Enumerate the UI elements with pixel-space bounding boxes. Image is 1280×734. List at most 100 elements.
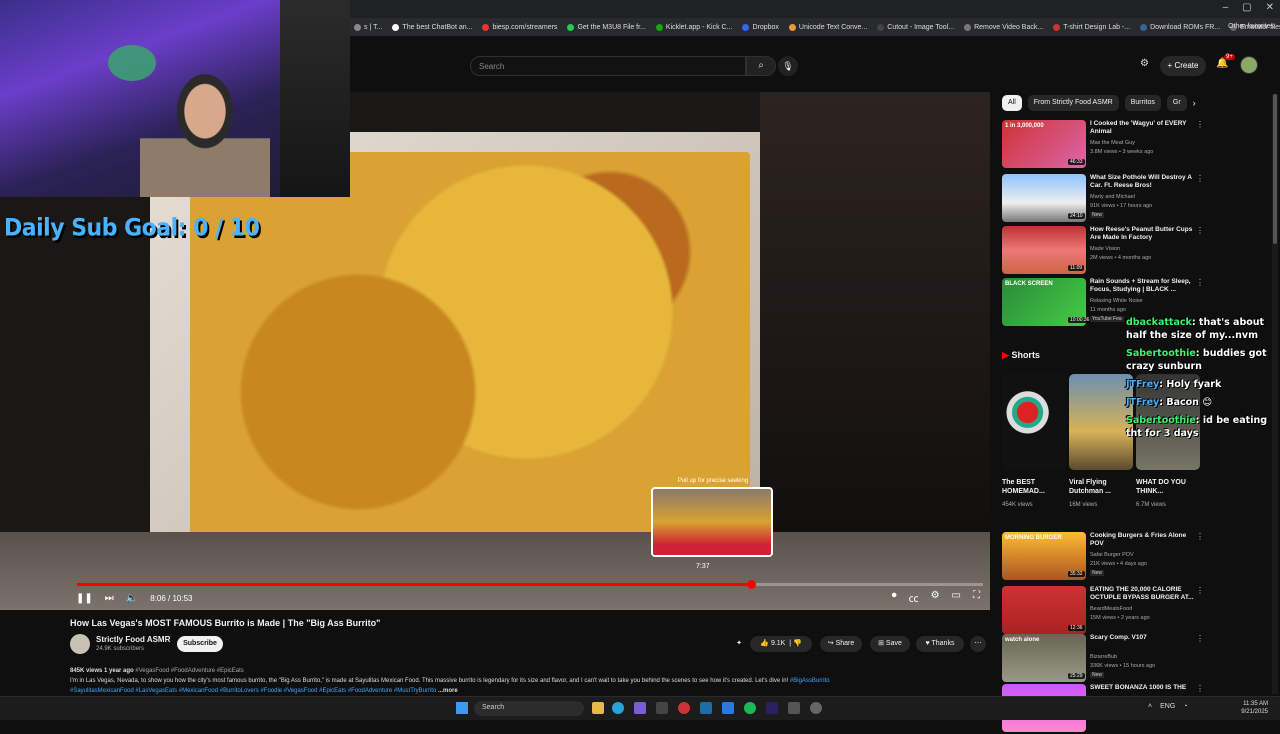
recommendation-channel[interactable]: Relaxing White Noise: [1090, 298, 1143, 304]
more-options-icon[interactable]: ⋮: [1196, 120, 1204, 129]
fullscreen-icon[interactable]: ⛶: [973, 590, 980, 605]
create-button[interactable]: + Create: [1160, 56, 1206, 76]
channel-avatar[interactable]: [70, 634, 90, 654]
progress-scrubber[interactable]: [747, 580, 757, 589]
chip-all[interactable]: All: [1002, 95, 1022, 111]
short-title-3[interactable]: WHAT DO YOU THINK...: [1136, 478, 1198, 496]
recommendation-channel[interactable]: Safai Burger POV: [1090, 552, 1134, 558]
account-avatar[interactable]: [1240, 56, 1258, 74]
bookmark-item[interactable]: Cutout - Image Tool...: [877, 23, 954, 31]
autoplay-toggle[interactable]: ⏺: [892, 590, 897, 605]
more-options-icon[interactable]: ⋮: [1196, 634, 1204, 643]
recommendation-title[interactable]: EATING THE 20,000 CALORIE OCTUPLE BYPASS…: [1090, 586, 1198, 602]
theater-mode-icon[interactable]: ▭: [952, 590, 961, 605]
language-indicator[interactable]: ENG: [1160, 703, 1175, 710]
cast-icon[interactable]: ⚙: [1140, 58, 1149, 69]
more-link[interactable]: ...more: [438, 688, 458, 694]
description-tag[interactable]: #BigAssBurrito: [790, 678, 830, 684]
close-icon[interactable]: ✕: [1266, 2, 1274, 13]
chip-burritos[interactable]: Burritos: [1124, 95, 1161, 111]
bookmark-item[interactable]: Download ROMs FR...: [1140, 23, 1220, 31]
scrollbar-thumb[interactable]: [1273, 94, 1277, 244]
more-options-icon[interactable]: ⋮: [1196, 586, 1204, 595]
app-icon-3[interactable]: [678, 702, 690, 714]
bookmark-item[interactable]: Kicklet.app - Kick C...: [655, 23, 732, 31]
channel-name[interactable]: Strictly Food ASMR: [96, 635, 170, 644]
description-tags[interactable]: #SayulitasMexicanFood #LasVegasEats #Mex…: [70, 688, 436, 694]
more-options-icon[interactable]: ⋮: [1196, 684, 1204, 693]
bookmark-item[interactable]: biesp.com/streamers: [482, 23, 557, 31]
more-actions-icon[interactable]: ⋯: [970, 636, 986, 652]
recommendation-title[interactable]: I Cooked the 'Wagyu' of EVERY Animal: [1090, 120, 1198, 136]
recommendation-title[interactable]: Rain Sounds + Stream for Sleep, Focus, S…: [1090, 278, 1198, 294]
file-explorer-icon[interactable]: [592, 702, 604, 714]
more-options-icon[interactable]: ⋮: [1196, 532, 1204, 541]
volume-icon[interactable]: 🔈: [126, 593, 138, 604]
short-title-1[interactable]: The BEST HOMEMAD...: [1002, 478, 1064, 496]
chevron-up-icon[interactable]: ˄: [1148, 703, 1152, 710]
app-icon-2[interactable]: [656, 702, 668, 714]
more-options-icon[interactable]: ⋮: [1196, 278, 1204, 287]
bookmark-item[interactable]: The best ChatBot an...: [392, 23, 472, 31]
bookmark-other-favorites[interactable]: Other favorites: [1228, 23, 1274, 30]
chevron-right-icon[interactable]: ›: [1193, 98, 1196, 108]
recommendation-item[interactable]: 11:09 How Reese's Peanut Butter Cups Are…: [1002, 226, 1272, 276]
subscribe-button[interactable]: Subscribe: [177, 636, 223, 652]
clock[interactable]: 11:35 AM 9/21/2025: [1241, 700, 1268, 716]
steam-icon[interactable]: [700, 702, 712, 714]
recommendation-title[interactable]: How Reese's Peanut Butter Cups Are Made …: [1090, 226, 1198, 242]
recommendation-title[interactable]: What Size Pothole Will Destroy A Car. Ft…: [1090, 174, 1198, 190]
minimize-icon[interactable]: –: [1223, 2, 1229, 13]
bookmark-item[interactable]: s | T...: [354, 23, 382, 31]
video-description[interactable]: 845K views 1 year ago #VegasFood #FoodAd…: [70, 666, 970, 696]
thanks-button[interactable]: ♥ Thanks: [916, 636, 964, 652]
chip-channel[interactable]: From Strictly Food ASMR: [1027, 95, 1119, 111]
obs-icon[interactable]: [810, 702, 822, 714]
bookmark-item[interactable]: Remove Video Back...: [964, 23, 1043, 31]
chip-gr[interactable]: Gr: [1166, 95, 1187, 111]
search-input[interactable]: Search: [470, 56, 746, 76]
sparkle-icon[interactable]: ✦: [732, 636, 746, 652]
taskbar-search[interactable]: Search: [474, 701, 584, 716]
recommendation-item[interactable]: watch alone 25:29 Scary Comp. V107 Bizar…: [1002, 634, 1272, 684]
more-options-icon[interactable]: ⋮: [1196, 174, 1204, 183]
dropbox-icon[interactable]: [722, 702, 734, 714]
microphone-icon[interactable]: 🎙: [778, 56, 798, 76]
captions-icon[interactable]: ㏄: [909, 590, 919, 605]
search-icon[interactable]: ⌕: [746, 56, 776, 76]
bookmark-item[interactable]: Unicode Text Conve...: [788, 23, 867, 31]
recommendation-title[interactable]: Scary Comp. V107: [1090, 634, 1198, 642]
more-options-icon[interactable]: ⋮: [1196, 226, 1204, 235]
like-dislike-button[interactable]: 👍 9.1K | 👎: [750, 636, 812, 652]
maximize-icon[interactable]: ▢: [1242, 2, 1251, 13]
bookmark-item[interactable]: T-shirt Design Lab -...: [1053, 23, 1130, 31]
save-button[interactable]: ⊞ Save: [870, 636, 910, 652]
settings-icon[interactable]: ⚙: [931, 590, 940, 605]
recommendation-channel[interactable]: BizarreBub: [1090, 654, 1117, 660]
pause-icon[interactable]: ❚❚: [76, 593, 93, 604]
progress-bar[interactable]: [77, 580, 983, 589]
short-title-2[interactable]: Viral Flying Dutchman ...: [1069, 478, 1131, 496]
bookmark-item[interactable]: Dropbox: [742, 23, 779, 31]
recommendation-channel[interactable]: Max the Meat Guy: [1090, 140, 1135, 146]
recommendation-channel[interactable]: BeardMeatsFood: [1090, 606, 1132, 612]
recommendation-item[interactable]: 12:36 EATING THE 20,000 CALORIE OCTUPLE …: [1002, 586, 1272, 636]
recommendation-channel[interactable]: Marty and Michael: [1090, 194, 1135, 200]
wifi-icon[interactable]: ◔: [1183, 703, 1187, 710]
share-button[interactable]: ↪ Share: [820, 636, 862, 652]
recommendation-title[interactable]: Cooking Burgers & Fries Alone POV: [1090, 532, 1198, 548]
short-thumb-1[interactable]: [1002, 374, 1066, 470]
recommendation-channel[interactable]: Made Vision: [1090, 246, 1120, 252]
recommendation-title[interactable]: SWEET BONANZA 1000 IS THE: [1090, 684, 1198, 692]
next-icon[interactable]: ⏭: [105, 593, 114, 604]
spotify-icon[interactable]: [744, 702, 756, 714]
recommendation-item[interactable]: 1 in 3,000,000 46:33 I Cooked the 'Wagyu…: [1002, 120, 1272, 170]
bookmark-item[interactable]: Get the M3U8 File fr...: [567, 23, 646, 31]
edge-icon[interactable]: [612, 702, 624, 714]
app-icon[interactable]: [634, 702, 646, 714]
start-icon[interactable]: [456, 702, 468, 714]
recommendation-item[interactable]: 24:10 What Size Pothole Will Destroy A C…: [1002, 174, 1272, 224]
app-icon-4[interactable]: [788, 702, 800, 714]
premiere-icon[interactable]: [766, 702, 778, 714]
short-thumb-2[interactable]: [1069, 374, 1133, 470]
